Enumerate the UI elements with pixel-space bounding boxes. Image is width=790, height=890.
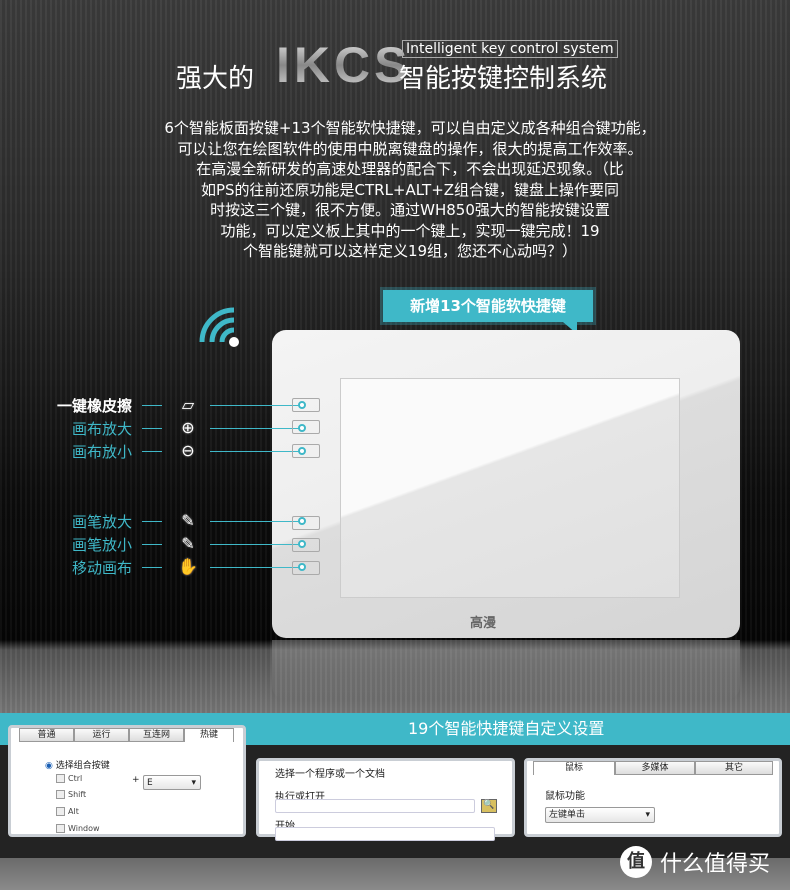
checkbox-shift[interactable]: Shift bbox=[56, 790, 86, 799]
connector-line bbox=[142, 521, 162, 522]
description-line: 功能，可以定义板上其中的一个键上，实现一键完成！19 bbox=[220, 221, 600, 240]
connector-dot bbox=[298, 563, 306, 571]
description-line: 可以让您在绘图软件的使用中脱离键盘的操作，很大的提高工作效率。 bbox=[177, 139, 643, 158]
connector-line bbox=[142, 451, 162, 452]
connector-line bbox=[210, 544, 302, 545]
radio-combo-keys[interactable]: ◉ 选择组合按键 bbox=[45, 758, 110, 771]
hotkey-label: 画布放小 bbox=[71, 443, 132, 461]
logo-icon: 值 bbox=[620, 846, 652, 878]
connector-line bbox=[142, 405, 162, 406]
tab-other[interactable]: 其它 bbox=[695, 761, 773, 775]
hotkey-label: 画笔放大 bbox=[71, 513, 132, 531]
connector-dot bbox=[298, 424, 306, 432]
checkbox-ctrl[interactable]: Ctrl bbox=[56, 774, 82, 783]
description-line: 6个智能板面按键+13个智能软快捷键，可以自由定义成各种组合键功能， bbox=[164, 119, 656, 137]
connector-line bbox=[142, 544, 162, 545]
checkbox-label: Window bbox=[68, 824, 100, 833]
description-line: 时按这三个键，很不方便。通过WH850强大的智能按键设置 bbox=[210, 201, 610, 219]
zoom-out-icon: ⊖ bbox=[181, 441, 195, 460]
connector-line bbox=[142, 428, 162, 429]
checkbox-label: Alt bbox=[68, 807, 79, 816]
title-prefix: 强大的 bbox=[176, 64, 255, 94]
tablet-active-area bbox=[340, 378, 680, 598]
pen-plus-icon: ✎ bbox=[181, 511, 195, 530]
connector-dot bbox=[298, 517, 306, 525]
mouse-function-select[interactable]: 左键单击 bbox=[545, 807, 655, 823]
brand-ikcs: IKCS bbox=[276, 37, 412, 93]
key-select[interactable]: E bbox=[143, 775, 201, 790]
tab-hotkey[interactable]: 热键 bbox=[184, 728, 234, 742]
tablet: 高漫 bbox=[272, 330, 740, 638]
radio-label: 选择组合按键 bbox=[55, 761, 110, 771]
description-line: 在高漫全新研发的高速处理器的配合下，不会出现延迟现象。（比 bbox=[196, 160, 624, 178]
wireless-icon bbox=[199, 307, 239, 347]
hotkey-label: 画笔放小 bbox=[71, 536, 132, 554]
description-line: 如PS的往前还原功能是CTRL+ALT+Z组合键，键盘上操作要同 bbox=[200, 180, 620, 199]
connector-dot bbox=[298, 540, 306, 548]
eraser-icon: ▱ bbox=[181, 395, 195, 414]
connector-line bbox=[210, 451, 302, 452]
checkbox-label: Ctrl bbox=[68, 774, 83, 783]
watermark-logo: 值 什么值得买 bbox=[620, 846, 770, 878]
tab-internet[interactable]: 互连网 bbox=[129, 728, 184, 742]
hand-icon: ✋ bbox=[178, 557, 198, 576]
start-input[interactable] bbox=[275, 827, 495, 841]
tablet-hotkey-button[interactable] bbox=[292, 561, 320, 575]
tablet-hotkey-button[interactable] bbox=[292, 420, 320, 434]
connector-dot bbox=[298, 447, 306, 455]
tab-general[interactable]: 普通 bbox=[19, 728, 74, 742]
description: 6个智能板面按键+13个智能软快捷键，可以自由定义成各种组合键功能， 可以让您在… bbox=[100, 118, 720, 262]
plus-sign: + bbox=[132, 775, 140, 785]
connector-dot bbox=[298, 401, 306, 409]
checkbox-label: Shift bbox=[68, 790, 87, 799]
description-line: 个智能键就可以这样定义19组，您还不心动吗？） bbox=[242, 242, 578, 260]
checkbox-alt[interactable]: Alt bbox=[56, 807, 79, 816]
program-heading: 选择一个程序或一个文档 bbox=[275, 769, 385, 780]
tablet-hotkey-button[interactable] bbox=[292, 516, 320, 530]
subtitle-en: Intelligent key control system bbox=[402, 40, 618, 58]
pen-minus-icon: ✎ bbox=[181, 534, 195, 553]
callout-new-keys: 新增13个智能软快捷键 bbox=[383, 290, 593, 334]
connector-line bbox=[210, 405, 302, 406]
execute-input[interactable] bbox=[275, 799, 475, 813]
tablet-logo: 高漫 bbox=[470, 616, 497, 631]
tab-multimedia[interactable]: 多媒体 bbox=[615, 761, 695, 775]
zoom-in-icon: ⊕ bbox=[181, 418, 195, 437]
tablet-hotkey-button[interactable] bbox=[292, 444, 320, 458]
hotkey-label: 移动画布 bbox=[71, 559, 132, 577]
hotkey-panel: 普通 运行 互连网 热键 ◉ 选择组合按键 Ctrl Shift Alt Win… bbox=[8, 725, 246, 837]
hotkey-label: 画布放大 bbox=[71, 420, 132, 438]
tab-run[interactable]: 运行 bbox=[74, 728, 129, 742]
tablet-hotkey-button[interactable] bbox=[292, 538, 320, 552]
checkbox-window[interactable]: Window bbox=[56, 824, 100, 833]
page-title: 强大的 IKCS Intelligent key control system … bbox=[170, 34, 640, 94]
logo-text: 什么值得买 bbox=[660, 852, 771, 877]
connector-line bbox=[210, 567, 302, 568]
program-panel: 选择一个程序或一个文档 执行或打开 🔍 开始 bbox=[256, 758, 515, 841]
connector-line bbox=[210, 428, 302, 429]
title-suffix: 智能按键控制系统 bbox=[399, 64, 608, 94]
tablet-reflection bbox=[272, 640, 740, 700]
connector-line bbox=[210, 521, 302, 522]
tab-mouse[interactable]: 鼠标 bbox=[533, 761, 615, 775]
mouse-function-label: 鼠标功能 bbox=[545, 791, 585, 802]
connector-line bbox=[142, 567, 162, 568]
tablet-hotkey-button[interactable] bbox=[292, 398, 320, 412]
mouse-panel: 鼠标 多媒体 其它 鼠标功能 左键单击 bbox=[524, 758, 782, 837]
browse-button[interactable]: 🔍 bbox=[481, 799, 497, 813]
band-title: 19个智能快捷键自定义设置 bbox=[408, 719, 605, 738]
hotkey-label: 一键橡皮擦 bbox=[56, 397, 132, 415]
